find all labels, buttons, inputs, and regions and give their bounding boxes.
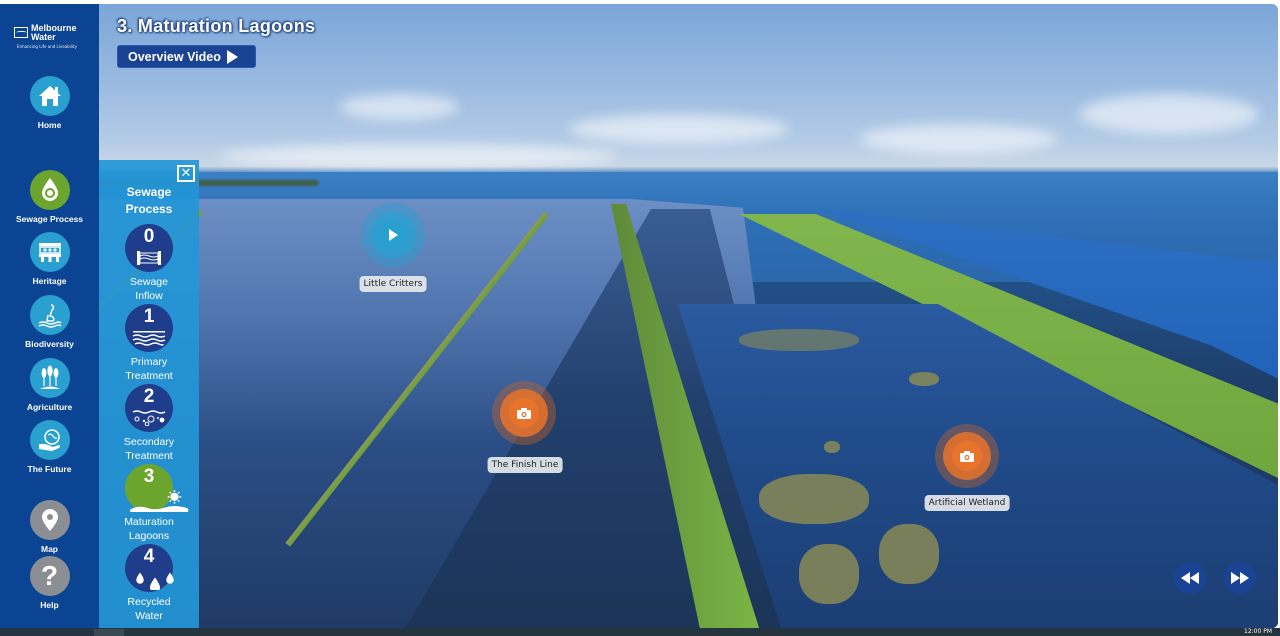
question-mark-icon: ? [40, 560, 59, 591]
app-stage: 3. Maturation Lagoons Overview Video Lit… [0, 4, 1278, 628]
step-maturation-lagoons[interactable]: 3 Maturation Lagoons [99, 464, 199, 543]
sidebar: Melbourne Water Enhancing Life and Liveab… [0, 4, 99, 628]
taskbar-app-button[interactable] [94, 629, 124, 636]
step-number: 3 [143, 466, 155, 487]
taskbar-clock: 12:00 PM [1244, 628, 1272, 635]
sidebar-item-label: Home [37, 120, 62, 130]
sidebar-item-biodiversity[interactable]: Biodiversity [0, 295, 99, 349]
sun-lagoon-icon [129, 490, 189, 512]
logo-wave-icon [14, 27, 28, 38]
play-icon [389, 229, 398, 241]
panorama-view[interactable] [99, 4, 1278, 628]
step-sewage-inflow[interactable]: 0 Sewage Inflow [99, 224, 199, 303]
sidebar-item-map[interactable]: Map [0, 500, 99, 554]
sidebar-item-heritage[interactable]: Heritage [0, 232, 99, 286]
hotspot-label: Little Critters [359, 276, 427, 292]
step-number: 0 [143, 226, 155, 247]
step-secondary-treatment[interactable]: 2 Secondary Treatment [99, 384, 199, 463]
hotspot-artificial-wetland[interactable]: Artificial Wetland [924, 424, 1010, 511]
step-recycled-water[interactable]: 4 Recycled Water [99, 544, 199, 623]
sewage-process-panel: ✕ Sewage Process 0 Sewage Inflow 1 Primary… [99, 160, 199, 628]
water-drops-icon [136, 572, 174, 590]
os-taskbar: 12:00 PM [0, 628, 1280, 636]
brand-tagline: Enhancing Life and Liveability [17, 44, 77, 49]
sidebar-item-label: Biodiversity [25, 339, 74, 349]
step-number: 4 [143, 546, 155, 567]
camera-icon [517, 407, 531, 419]
home-icon [38, 86, 61, 106]
sidebar-item-sewage-process[interactable]: Sewage Process [0, 170, 99, 224]
fast-forward-button[interactable] [1224, 562, 1256, 594]
bubbles-icon [132, 410, 166, 426]
heritage-building-icon [38, 243, 61, 262]
rewind-button[interactable] [1174, 562, 1206, 594]
water-drop-recycle-icon [41, 178, 58, 201]
brand-name: Melbourne Water [31, 23, 77, 42]
sidebar-item-label: Heritage [32, 276, 67, 286]
panel-title: Sewage Process [125, 185, 173, 216]
step-label: Secondary Treatment [123, 436, 175, 462]
overview-video-button[interactable]: Overview Video [117, 45, 256, 68]
step-label: Primary Treatment [125, 356, 173, 382]
sidebar-item-the-future[interactable]: The Future [0, 420, 99, 474]
pipe-inflow-icon [137, 251, 161, 265]
hotspot-little-critters[interactable]: Little Critters [359, 203, 427, 292]
sidebar-item-label: Sewage Process [15, 214, 84, 224]
sidebar-item-agriculture[interactable]: Agriculture [0, 358, 99, 412]
fast-forward-icon [1231, 572, 1249, 584]
camera-icon [960, 450, 974, 462]
close-icon: ✕ [180, 166, 192, 181]
step-label: Maturation Lagoons [124, 516, 174, 542]
rewind-icon [1181, 572, 1199, 584]
sidebar-item-label: Agriculture [26, 402, 73, 412]
sidebar-item-home[interactable]: Home [0, 76, 99, 130]
step-label: Recycled Water [127, 596, 171, 622]
sidebar-item-label: Map [41, 544, 58, 554]
sidebar-item-label: The Future [27, 464, 72, 474]
sidebar-item-label: Help [40, 600, 59, 610]
play-icon [226, 49, 238, 64]
heron-bird-icon [38, 304, 62, 328]
globe-in-hand-icon [38, 429, 60, 451]
step-label: Sewage Inflow [130, 276, 168, 302]
close-panel-button[interactable]: ✕ [177, 165, 195, 182]
wheat-icon [39, 365, 60, 389]
page-title: 3. Maturation Lagoons [117, 16, 316, 36]
water-waves-icon [132, 331, 166, 346]
sidebar-item-help[interactable]: ? Help [0, 556, 99, 610]
step-primary-treatment[interactable]: 1 Primary Treatment [99, 304, 199, 383]
step-number: 2 [143, 386, 155, 407]
hotspot-the-finish-line[interactable]: The Finish Line [487, 381, 563, 473]
hotspot-label: Artificial Wetland [924, 495, 1010, 511]
overview-video-label: Overview Video [128, 49, 221, 64]
map-pin-icon [41, 509, 58, 531]
hotspot-label: The Finish Line [487, 457, 563, 473]
step-number: 1 [143, 306, 155, 327]
